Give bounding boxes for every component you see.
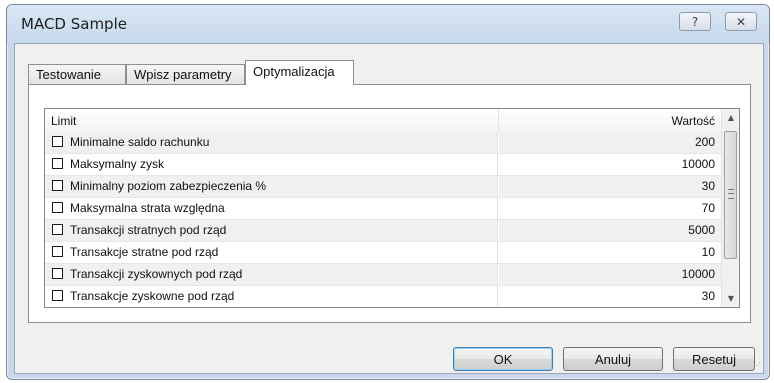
table-row[interactable]: Transakcji zyskownych pod rząd 10000	[45, 264, 721, 286]
scroll-thumb[interactable]	[724, 131, 737, 259]
table-row[interactable]: Transakcji stratnych pod rząd 5000	[45, 220, 721, 242]
limit-checkbox[interactable]	[52, 158, 63, 169]
reset-button[interactable]: Resetuj	[673, 347, 755, 371]
ok-button[interactable]: OK	[453, 347, 553, 371]
limit-checkbox[interactable]	[52, 202, 63, 213]
grid-rows: Minimalne saldo rachunku 200 Maksymalny …	[45, 132, 721, 307]
limit-label: Transakcji stratnych pod rząd	[70, 223, 227, 237]
limit-cell[interactable]: Transakcji stratnych pod rząd	[45, 220, 498, 241]
title-bar[interactable]: MACD Sample ? ✕	[7, 5, 769, 43]
value-cell[interactable]: 10000	[499, 154, 721, 175]
grip-icon	[728, 189, 734, 199]
value-cell[interactable]: 10	[499, 242, 721, 263]
tab-label: Optymalizacja	[253, 64, 335, 79]
limit-cell[interactable]: Maksymalna strata względna	[45, 198, 498, 219]
dialog-window: MACD Sample ? ✕ Testowanie Wpisz paramet…	[6, 4, 770, 380]
limit-value: 5000	[688, 223, 715, 237]
limit-value: 10	[701, 245, 715, 259]
limit-value: 30	[701, 289, 715, 303]
limit-checkbox[interactable]	[52, 224, 63, 235]
table-row[interactable]: Minimalny poziom zabezpieczenia % 30	[45, 176, 721, 198]
grid-header: Limit Wartość	[45, 109, 721, 133]
help-icon: ?	[691, 14, 699, 29]
value-cell[interactable]: 70	[499, 198, 721, 219]
limit-checkbox[interactable]	[52, 136, 63, 147]
close-icon: ✕	[735, 14, 747, 29]
close-button[interactable]: ✕	[725, 12, 757, 31]
limit-cell[interactable]: Transakcje stratne pod rząd	[45, 242, 498, 263]
limit-value: 30	[701, 179, 715, 193]
tab-optymalizacja[interactable]: Optymalizacja	[245, 60, 354, 85]
column-header-limit[interactable]: Limit	[51, 114, 76, 128]
limit-label: Minimalny poziom zabezpieczenia %	[70, 179, 267, 193]
value-cell[interactable]: 200	[499, 132, 721, 153]
limit-value: 70	[701, 201, 715, 215]
limit-cell[interactable]: Transakcje zyskowne pod rząd	[45, 286, 498, 307]
value-cell[interactable]: 10000	[499, 264, 721, 285]
value-cell[interactable]: 5000	[499, 220, 721, 241]
table-row[interactable]: Minimalne saldo rachunku 200	[45, 132, 721, 154]
limit-value: 10000	[681, 157, 715, 171]
limit-checkbox[interactable]	[52, 246, 63, 257]
limit-label: Transakcje zyskowne pod rząd	[70, 289, 235, 303]
tab-wpisz-parametry[interactable]: Wpisz parametry	[126, 64, 245, 84]
limit-cell[interactable]: Minimalny poziom zabezpieczenia %	[45, 176, 498, 197]
tab-label: Wpisz parametry	[134, 67, 232, 82]
tab-testowanie[interactable]: Testowanie	[28, 64, 126, 84]
help-button[interactable]: ?	[679, 12, 711, 31]
limit-cell[interactable]: Minimalne saldo rachunku	[45, 132, 498, 153]
limit-checkbox[interactable]	[52, 268, 63, 279]
window-title: MACD Sample	[21, 15, 127, 33]
table-row[interactable]: Maksymalna strata względna 70	[45, 198, 721, 220]
limit-checkbox[interactable]	[52, 180, 63, 191]
chevron-up-icon: ▲	[727, 113, 735, 122]
dialog-client-area: Testowanie Wpisz parametry Optymalizacja…	[14, 43, 764, 374]
value-cell[interactable]: 30	[499, 286, 721, 307]
column-divider[interactable]	[498, 109, 499, 132]
limit-checkbox[interactable]	[52, 290, 63, 301]
limit-label: Minimalne saldo rachunku	[70, 135, 210, 149]
limits-grid: Limit Wartość Minimalne saldo rachunku 2…	[44, 108, 740, 308]
value-cell[interactable]: 30	[499, 176, 721, 197]
limit-cell[interactable]: Maksymalny zysk	[45, 154, 498, 175]
tab-label: Testowanie	[36, 67, 102, 82]
limit-label: Transakcji zyskownych pod rząd	[70, 267, 243, 281]
resize-grip-icon[interactable]: ⋰	[751, 361, 761, 371]
table-row[interactable]: Maksymalny zysk 10000	[45, 154, 721, 176]
scroll-down-button[interactable]: ▼	[722, 290, 739, 307]
table-row[interactable]: Transakcje zyskowne pod rząd 30	[45, 286, 721, 307]
cancel-button[interactable]: Anuluj	[563, 347, 663, 371]
table-row[interactable]: Transakcje stratne pod rząd 10	[45, 242, 721, 264]
optimization-panel: Limit Wartość Minimalne saldo rachunku 2…	[28, 84, 751, 323]
limit-label: Maksymalna strata względna	[70, 201, 225, 215]
limit-value: 200	[694, 135, 715, 149]
limit-value: 10000	[681, 267, 715, 281]
column-header-value[interactable]: Wartość	[671, 114, 715, 128]
limit-cell[interactable]: Transakcji zyskownych pod rząd	[45, 264, 498, 285]
chevron-down-icon: ▼	[727, 294, 735, 303]
limit-label: Transakcje stratne pod rząd	[70, 245, 219, 259]
limit-label: Maksymalny zysk	[70, 157, 165, 171]
vertical-scrollbar[interactable]: ▲ ▼	[721, 109, 739, 307]
scroll-up-button[interactable]: ▲	[722, 109, 739, 126]
